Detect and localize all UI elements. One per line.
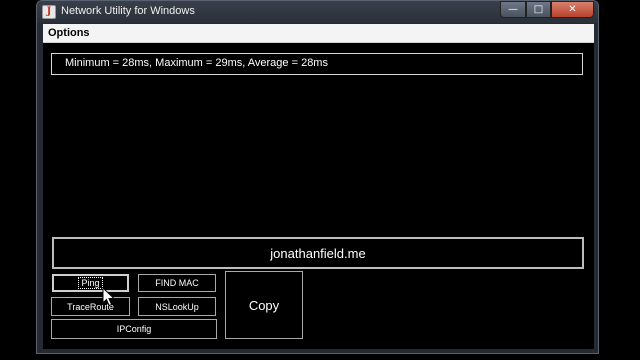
copy-button[interactable]: Copy	[225, 271, 303, 339]
ping-button[interactable]: Ping	[52, 274, 129, 292]
title-bar[interactable]: J Network Utility for Windows — □ ✕	[37, 1, 598, 23]
result-output: Minimum = 28ms, Maximum = 29ms, Average …	[51, 53, 583, 75]
close-button[interactable]: ✕	[551, 1, 594, 18]
mouse-pointer-icon	[102, 287, 116, 307]
minimize-button[interactable]: —	[500, 1, 526, 18]
nslookup-button[interactable]: NSLookUp	[138, 297, 216, 316]
host-input[interactable]	[52, 237, 584, 269]
menu-bar: Options	[43, 24, 594, 43]
find-mac-button[interactable]: FIND MAC	[138, 274, 216, 292]
app-window: J Network Utility for Windows — □ ✕ Opti…	[36, 0, 599, 354]
java-cup-icon: J	[42, 5, 56, 19]
maximize-button[interactable]: □	[526, 1, 551, 18]
traceroute-button[interactable]: TraceRoute	[51, 297, 130, 316]
main-panel: Minimum = 28ms, Maximum = 29ms, Average …	[43, 43, 594, 349]
window-controls: — □ ✕	[500, 1, 594, 18]
window-title: Network Utility for Windows	[61, 5, 195, 17]
menu-options[interactable]: Options	[48, 27, 90, 39]
ping-button-label: Ping	[78, 277, 103, 289]
ipconfig-button[interactable]: IPConfig	[51, 319, 217, 339]
